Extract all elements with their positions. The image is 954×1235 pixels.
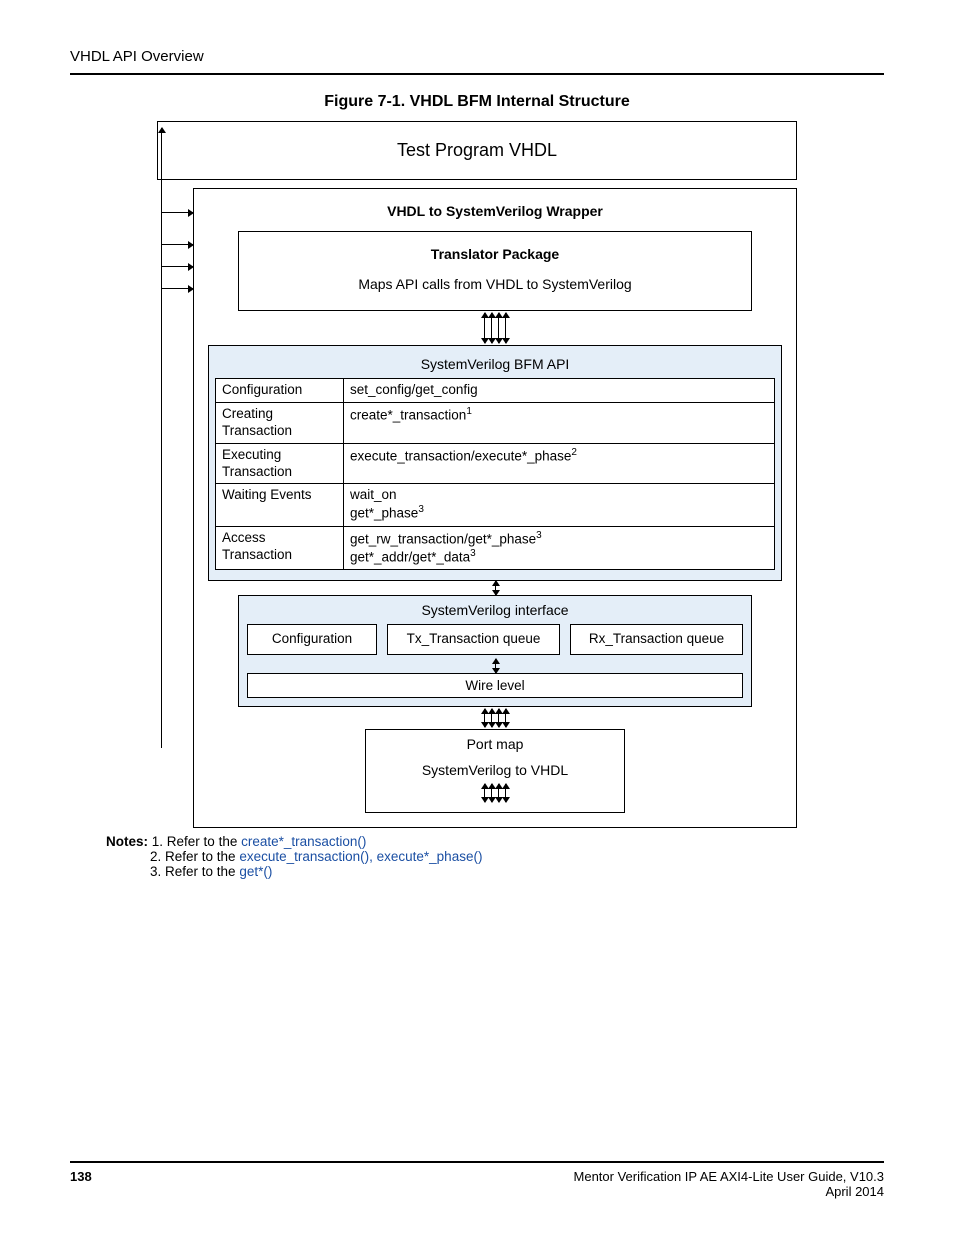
rx-queue-cell: Rx_Transaction queue: [570, 624, 743, 654]
translator-title: Translator Package: [249, 246, 741, 262]
notes: Notes: 1. Refer to the create*_transacti…: [70, 834, 884, 879]
notes-label: Notes:: [106, 834, 148, 849]
table-row: Access Transaction get_rw_transaction/ge…: [216, 526, 775, 570]
footer-guide: Mentor Verification IP AE AXI4-Lite User…: [574, 1169, 884, 1184]
cell-value: wait_onget*_phase3: [344, 484, 775, 526]
left-connector-arrows: [157, 188, 193, 828]
note-text: 1. Refer to the: [152, 834, 241, 849]
cell-value: execute_transaction/execute*_phase2: [344, 443, 775, 484]
sv-interface-title: SystemVerilog interface: [247, 602, 743, 618]
cell-label: Access Transaction: [216, 526, 344, 570]
table-row: Creating Transaction create*_transaction…: [216, 402, 775, 443]
cell-label: Creating Transaction: [216, 402, 344, 443]
wire-level-cell: Wire level: [247, 673, 743, 698]
tx-queue-cell: Tx_Transaction queue: [387, 624, 560, 654]
note-text: 2. Refer to the: [150, 849, 239, 864]
diagram: Test Program VHDL VHDL to SystemVerilog …: [157, 121, 797, 828]
port-map-subtitle: SystemVerilog to VHDL: [374, 762, 616, 778]
wrapper-box: VHDL to SystemVerilog Wrapper Translator…: [193, 188, 797, 828]
cell-value: get_rw_transaction/get*_phase3get*_addr/…: [344, 526, 775, 570]
test-program-box: Test Program VHDL: [157, 121, 797, 180]
note-link[interactable]: get*(): [239, 864, 272, 879]
section-header: VHDL API Overview: [70, 48, 884, 75]
footer-date: April 2014: [574, 1184, 884, 1199]
cell-label: Executing Transaction: [216, 443, 344, 484]
page-footer: 138 Mentor Verification IP AE AXI4-Lite …: [70, 1161, 884, 1199]
translator-box: Translator Package Maps API calls from V…: [238, 231, 752, 311]
bidir-arrow-icon: [208, 581, 782, 595]
cell-label: Waiting Events: [216, 484, 344, 526]
note-link[interactable]: create*_transaction(): [241, 834, 366, 849]
table-row: Waiting Events wait_onget*_phase3: [216, 484, 775, 526]
sv-interface-box: SystemVerilog interface Configuration Tx…: [238, 595, 752, 706]
table-row: Executing Transaction execute_transactio…: [216, 443, 775, 484]
cell-value: create*_transaction1: [344, 402, 775, 443]
bidir-arrow-icon: [247, 659, 743, 673]
bidir-arrows-icon: [374, 784, 616, 802]
figure-title: Figure 7-1. VHDL BFM Internal Structure: [70, 93, 884, 111]
sv-config-cell: Configuration: [247, 624, 377, 654]
bfm-api-box: SystemVerilog BFM API Configuration set_…: [208, 345, 782, 581]
bfm-api-table: Configuration set_config/get_config Crea…: [215, 378, 775, 570]
cell-label: Configuration: [216, 379, 344, 403]
bfm-api-title: SystemVerilog BFM API: [215, 352, 775, 378]
table-row: Configuration set_config/get_config: [216, 379, 775, 403]
note-text: 3. Refer to the: [150, 864, 239, 879]
wrapper-title: VHDL to SystemVerilog Wrapper: [208, 203, 782, 219]
port-map-title: Port map: [374, 736, 616, 752]
bidir-arrows-icon: [208, 313, 782, 343]
cell-value: set_config/get_config: [344, 379, 775, 403]
port-map-box: Port map SystemVerilog to VHDL: [365, 729, 625, 813]
note-link[interactable]: execute_transaction(), execute*_phase(): [239, 849, 482, 864]
bidir-arrows-icon: [208, 709, 782, 727]
translator-subtitle: Maps API calls from VHDL to SystemVerilo…: [249, 276, 741, 292]
page-number: 138: [70, 1169, 92, 1199]
